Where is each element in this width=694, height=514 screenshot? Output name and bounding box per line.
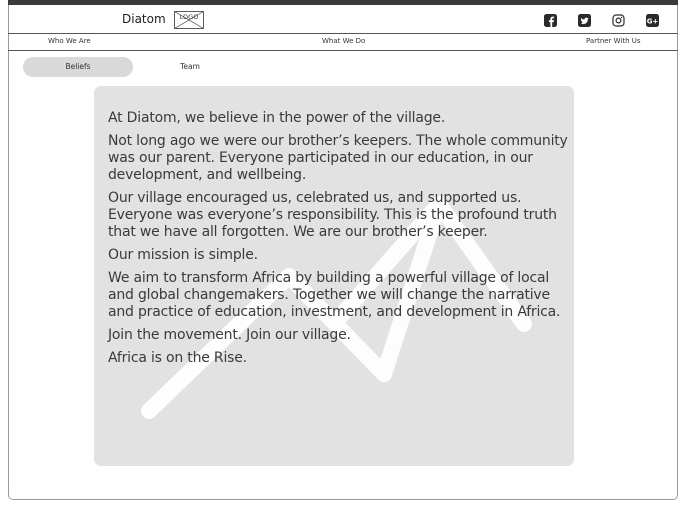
paragraph: Our mission is simple. (108, 247, 258, 263)
beliefs-card: At Diatom, we believe in the power of th… (94, 86, 574, 466)
main-nav: Who We Are What We Do Partner With Us (8, 34, 678, 51)
paragraph: We aim to transform Africa by building a… (108, 270, 561, 320)
paragraph: At Diatom, we believe in the power of th… (108, 110, 446, 126)
paragraph: Join the movement. Join our village. (108, 327, 351, 343)
instagram-icon[interactable] (612, 14, 625, 27)
nav-partner-with-us[interactable]: Partner With Us (586, 37, 641, 45)
tab-beliefs[interactable]: Beliefs (23, 57, 133, 77)
paragraph: Our village encouraged us, celebrated us… (108, 190, 557, 240)
sub-tabs: Beliefs Team (8, 55, 678, 79)
logo-text: LOGO (180, 13, 199, 21)
twitter-icon[interactable] (578, 14, 591, 27)
tab-team[interactable]: Team (140, 57, 240, 77)
brand-name[interactable]: Diatom (122, 12, 166, 26)
nav-who-we-are[interactable]: Who We Are (48, 37, 91, 45)
site-header: Diatom LOGO G+ (8, 5, 678, 34)
paragraph: Africa is on the Rise. (108, 350, 247, 366)
beliefs-text: At Diatom, we believe in the power of th… (108, 110, 568, 373)
logo-placeholder[interactable]: LOGO (174, 11, 204, 29)
svg-text:G+: G+ (647, 17, 659, 25)
nav-what-we-do[interactable]: What We Do (322, 37, 365, 45)
facebook-icon[interactable] (544, 14, 557, 27)
google-plus-icon[interactable]: G+ (646, 14, 659, 27)
paragraph: Not long ago we were our brother’s keepe… (108, 133, 568, 183)
